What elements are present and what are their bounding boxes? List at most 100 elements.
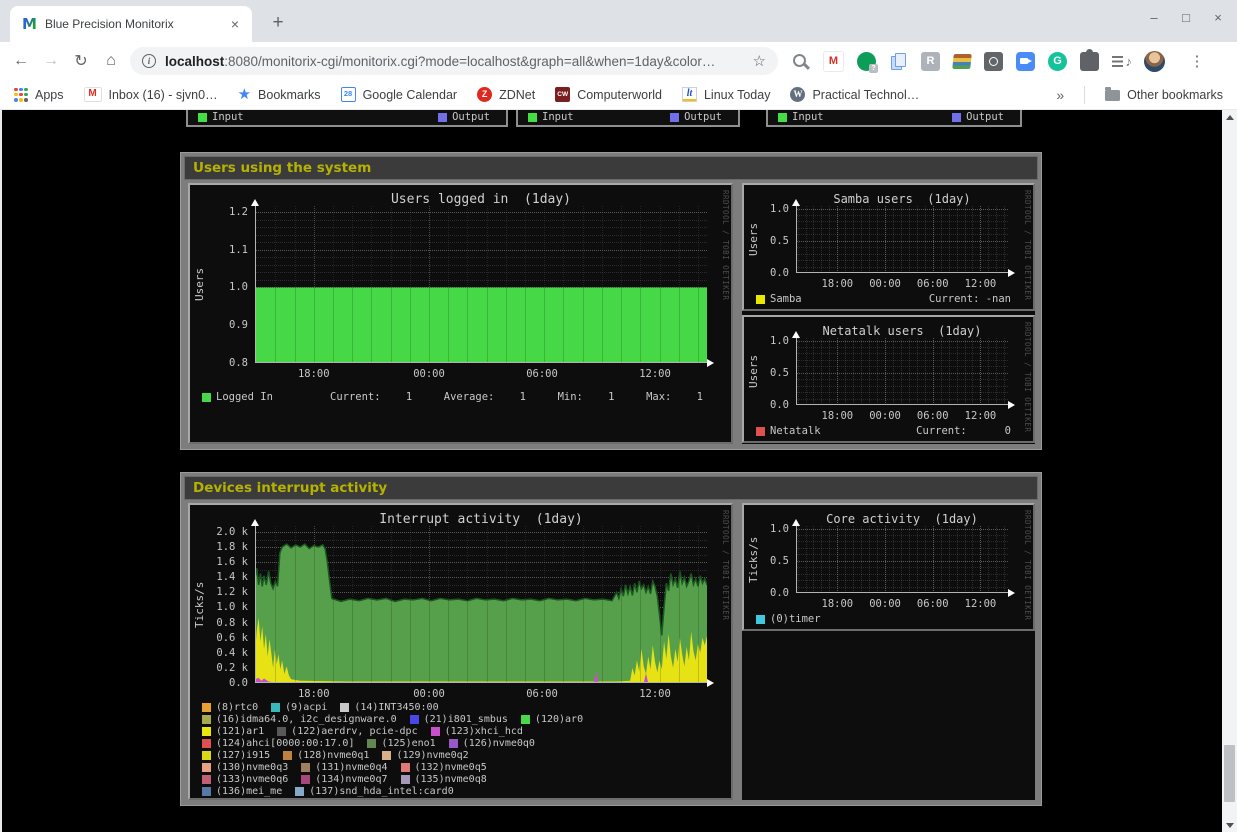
bookmark-inbox[interactable]: M Inbox (16) - sjvn0… <box>84 87 218 102</box>
scroll-up-icon[interactable] <box>1222 110 1237 124</box>
input-swatch <box>198 113 207 122</box>
y-axis <box>255 526 256 683</box>
home-icon[interactable]: ⌂ <box>96 46 126 76</box>
y-tick-label: 0.8 k <box>190 617 248 629</box>
legend-row: (121)ar1(122)aerdrv, pcie-dpc(123)xhci_h… <box>202 725 596 737</box>
forward-icon[interactable]: → <box>36 46 66 76</box>
new-tab-button[interactable]: + <box>264 9 292 37</box>
legend-swatch <box>367 739 376 748</box>
lamp-extension-icon[interactable] <box>984 52 1003 71</box>
legend-item: (16)idma64.0, i2c_designware.0 <box>202 714 397 725</box>
section-title: Users using the system <box>184 156 1038 180</box>
bookmark-apps[interactable]: Apps <box>14 88 64 102</box>
playlist-extension-icon[interactable]: ♪ <box>1112 52 1131 71</box>
bookmarks-separator <box>1084 86 1085 104</box>
book-stack-extension-icon[interactable] <box>952 54 972 69</box>
monitorix-page: Input Output Input Output Input Output U… <box>0 110 1222 832</box>
search-extension-icon[interactable] <box>791 52 810 71</box>
y-tick-label: 0.5 <box>744 367 789 379</box>
x-tick-label: 12:00 <box>639 688 671 700</box>
y-tick-label: 0.5 <box>744 235 789 247</box>
legend-row: (130)nvme0q3(131)nvme0q4(132)nvme0q5 <box>202 761 596 773</box>
legend-item: (21)i801_smbus <box>410 714 508 725</box>
linux-today-icon: lt <box>682 87 697 102</box>
legend-swatch <box>756 295 765 304</box>
bookmark-linux-today[interactable]: lt Linux Today <box>682 87 771 102</box>
legend-swatch <box>271 703 280 712</box>
x-tick-label: 12:00 <box>965 410 997 422</box>
y-axis <box>255 206 256 363</box>
y-tick-label: 1.0 <box>744 203 789 215</box>
monitorix-favicon: M <box>22 15 37 33</box>
copy-pages-extension-icon[interactable] <box>889 52 908 71</box>
y-tick-label: 1.2 k <box>190 586 248 598</box>
window-minimize-icon[interactable]: – <box>1145 10 1163 25</box>
output-swatch <box>670 113 679 122</box>
music-note-icon: ♪ <box>1126 54 1133 69</box>
bookmark-star-icon[interactable]: ☆ <box>753 52 766 70</box>
bookmark-computerworld[interactable]: CW Computerworld <box>555 87 662 102</box>
camera-glyph <box>1020 58 1028 64</box>
r-badge-extension-icon[interactable]: R <box>921 52 940 71</box>
window-maximize-icon[interactable]: □ <box>1177 10 1195 25</box>
y-tick-label: 0.0 <box>744 267 789 279</box>
tab-close-icon[interactable]: × <box>226 15 244 33</box>
legend-label: (132)nvme0q5 <box>415 762 487 773</box>
computerworld-icon: CW <box>555 87 570 102</box>
legend-label: (128)nvme0q1 <box>297 750 369 761</box>
back-icon[interactable]: ← <box>6 46 36 76</box>
graph-title: Samba users (1day) <box>796 192 1008 206</box>
bookmark-google-calendar[interactable]: 28 Google Calendar <box>341 87 458 102</box>
other-bookmarks[interactable]: Other bookmarks <box>1105 88 1223 102</box>
legend-item: (122)aerdrv, pcie-dpc <box>277 726 417 737</box>
legend-label: (131)nvme0q4 <box>315 762 387 773</box>
bookmark-zdnet[interactable]: Z ZDNet <box>477 87 535 102</box>
tab-strip: M Blue Precision Monitorix × + – □ × <box>0 0 1237 42</box>
legend-label: (129)nvme0q2 <box>396 750 468 761</box>
legend-label: (123)xhci_hcd <box>445 726 523 737</box>
voice-extension-icon[interactable]: ? <box>857 52 876 71</box>
extensions-puzzle-icon[interactable] <box>1080 52 1099 71</box>
bookmark-bookmarks[interactable]: ★ Bookmarks <box>238 87 321 102</box>
legend-swatch <box>202 775 211 784</box>
axis-up-arrow <box>792 519 800 526</box>
scroll-down-icon[interactable] <box>1222 818 1237 832</box>
axis-up-arrow <box>792 331 800 338</box>
window-close-icon[interactable]: × <box>1209 10 1227 25</box>
page-info-icon[interactable]: i <box>142 54 156 68</box>
url-bar[interactable]: i localhost:8080/monitorix-cgi/monitorix… <box>130 47 778 75</box>
graph-title: Interrupt activity (1day) <box>255 512 707 527</box>
x-axis <box>255 682 707 683</box>
y-axis <box>796 206 797 273</box>
bookmark-practical-tech[interactable]: W Practical Technol… <box>790 87 919 102</box>
graph-interrupt-activity: Interrupt activity (1day)Ticks/s2.0 k1.8… <box>188 503 733 800</box>
x-tick-label: 00:00 <box>413 368 445 380</box>
legend-row: (136)mei_me(137)snd_hda_intel:card0 <box>202 786 596 798</box>
grammarly-extension-icon[interactable]: G <box>1048 52 1067 71</box>
rrdtool-watermark: RRDTOOL / TOBI OETIKER <box>1023 510 1032 620</box>
folder-icon <box>1105 90 1120 101</box>
legend-item: (129)nvme0q2 <box>382 750 468 761</box>
scrollbar-thumb[interactable] <box>1224 745 1235 802</box>
profile-avatar[interactable] <box>1144 51 1165 72</box>
page-scrollbar[interactable] <box>1222 110 1237 832</box>
section-title: Devices interrupt activity <box>184 476 1038 500</box>
gmail-extension-icon[interactable]: M <box>823 51 844 72</box>
x-tick-label: 12:00 <box>639 368 671 380</box>
graph-netatalk-users: Netatalk users (1day)Users1.00.50.018:00… <box>742 315 1035 443</box>
x-tick-label: 12:00 <box>965 598 997 610</box>
axis-right-arrow <box>1008 589 1015 597</box>
bookmarks-overflow-icon[interactable]: » <box>1056 87 1064 103</box>
legend-swatch <box>756 615 765 624</box>
legend-stats: Current: 0 <box>916 425 1011 437</box>
legend-label: (125)eno1 <box>381 738 435 749</box>
zoom-camera-extension-icon[interactable] <box>1016 52 1035 71</box>
reload-icon[interactable]: ↻ <box>66 46 96 76</box>
legend-label: (127)i915 <box>216 750 270 761</box>
browser-menu-icon[interactable]: ⋮ <box>1189 52 1205 70</box>
y-tick-label: 1.2 <box>190 206 248 218</box>
legend-label: (136)mei_me <box>216 786 282 797</box>
legend-item: (136)mei_me <box>202 786 282 797</box>
browser-tab[interactable]: M Blue Precision Monitorix × <box>10 6 252 42</box>
graph-samba-users: Samba users (1day)Users1.00.50.018:0000:… <box>742 183 1035 311</box>
